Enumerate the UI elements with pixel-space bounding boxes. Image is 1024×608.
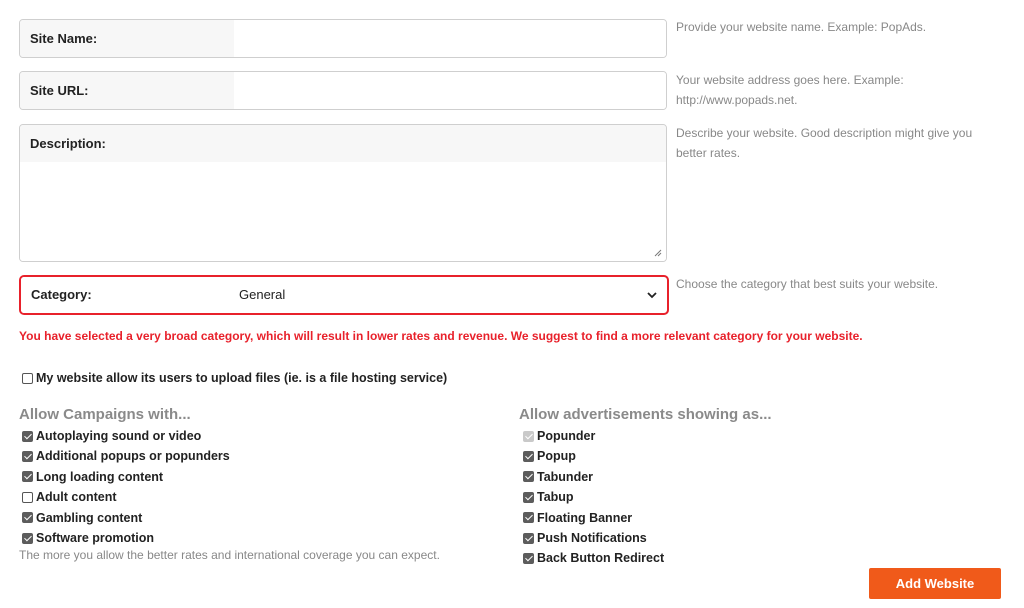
site-url-hint-line-2: http://www.popads.net.	[676, 93, 798, 107]
checkbox-checked-icon[interactable]	[523, 471, 534, 483]
checkbox-option-tabunder[interactable]: Tabunder	[523, 468, 593, 486]
checkbox-label: Popunder	[537, 429, 596, 443]
category-hint: Choose the category that best suits your…	[676, 277, 939, 291]
checkbox-option-floating-banner[interactable]: Floating Banner	[523, 509, 632, 527]
resize-grip-icon[interactable]	[654, 249, 662, 257]
campaigns-title: Allow Campaigns with...	[19, 406, 191, 423]
add-website-button[interactable]: Add Website	[869, 568, 1001, 599]
checkbox-checked-icon[interactable]	[523, 450, 534, 462]
site-url-input[interactable]	[234, 72, 666, 109]
checkbox-label: Gambling content	[36, 510, 143, 525]
checkbox-option-tabup[interactable]: Tabup	[523, 488, 574, 506]
description-hint-line-1: Describe your website. Good description …	[676, 126, 973, 140]
checkbox-checked-icon[interactable]	[22, 532, 33, 544]
site-url-hint-line-1: Your website address goes here. Example:	[676, 73, 904, 87]
category-field: Category: General	[19, 275, 669, 315]
checkbox-checked-icon[interactable]	[22, 450, 33, 462]
checkbox-option-adult-content[interactable]: Adult content	[22, 488, 117, 506]
description-field: Description:	[19, 124, 667, 262]
checkbox-option-back-button-redirect[interactable]: Back Button Redirect	[523, 549, 664, 567]
category-selected-value: General	[239, 287, 286, 302]
upload-option[interactable]: My website allow its users to upload fil…	[22, 369, 447, 387]
checkbox-icon[interactable]	[22, 491, 33, 503]
checkbox-option-popup[interactable]: Popup	[523, 447, 576, 465]
checkbox-label: Tabup	[537, 490, 574, 505]
category-label: Category:	[21, 277, 235, 313]
site-name-input[interactable]	[234, 20, 666, 57]
site-url-hint: Your website address goes here. Example:…	[676, 70, 996, 110]
checkbox-checked-icon[interactable]	[523, 552, 534, 564]
checkbox-option-software-promotion[interactable]: Software promotion	[22, 529, 154, 547]
campaigns-note: The more you allow the better rates and …	[19, 548, 440, 562]
site-url-field: Site URL:	[19, 71, 667, 110]
category-select[interactable]: General	[235, 277, 667, 313]
description-textarea[interactable]	[20, 162, 666, 261]
checkbox-checked-icon[interactable]	[22, 430, 33, 442]
checkbox-option-additional-popups-or-popunders[interactable]: Additional popups or popunders	[22, 447, 230, 465]
checkbox-label: Tabunder	[537, 469, 594, 484]
category-warning: You have selected a very broad category,…	[19, 329, 863, 343]
description-hint: Describe your website. Good description …	[676, 123, 996, 163]
checkbox-checked-icon[interactable]	[523, 491, 534, 503]
checkbox-label: Autoplaying sound or video	[36, 429, 202, 443]
checkbox-label: Popup	[537, 449, 576, 464]
description-hint-line-2: better rates.	[676, 146, 741, 160]
checkbox-label: Long loading content	[36, 469, 164, 484]
site-name-field: Site Name:	[19, 19, 667, 58]
checkbox-option-popunder[interactable]: Popunder	[523, 427, 595, 445]
checkbox-option-push-notifications[interactable]: Push Notifications	[523, 529, 647, 547]
site-name-label: Site Name:	[20, 20, 234, 57]
checkbox-checked-icon[interactable]	[22, 471, 33, 483]
site-name-hint: Provide your website name. Example: PopA…	[676, 20, 927, 34]
site-url-label: Site URL:	[20, 72, 234, 109]
upload-option-label: My website allow its users to upload fil…	[36, 371, 448, 385]
checkbox-checked-icon[interactable]	[523, 532, 534, 544]
checkbox-label: Software promotion	[36, 531, 155, 545]
checkbox-label: Adult content	[36, 490, 117, 505]
description-label: Description:	[20, 125, 666, 162]
checkbox-label: Floating Banner	[537, 510, 633, 525]
checkbox-icon[interactable]	[22, 372, 33, 384]
checkbox-checked-icon[interactable]	[523, 512, 534, 524]
checkbox-option-autoplaying-sound-or-video[interactable]: Autoplaying sound or video	[22, 427, 201, 445]
checkbox-checked-icon	[523, 430, 534, 442]
checkbox-option-gambling-content[interactable]: Gambling content	[22, 509, 142, 527]
checkbox-label: Push Notifications	[537, 531, 647, 545]
ads-title: Allow advertisements showing as...	[519, 406, 772, 423]
checkbox-option-long-loading-content[interactable]: Long loading content	[22, 468, 163, 486]
checkbox-label: Additional popups or popunders	[36, 449, 230, 464]
chevron-down-icon	[647, 277, 657, 313]
checkbox-checked-icon[interactable]	[22, 512, 33, 524]
checkbox-label: Back Button Redirect	[537, 551, 665, 566]
